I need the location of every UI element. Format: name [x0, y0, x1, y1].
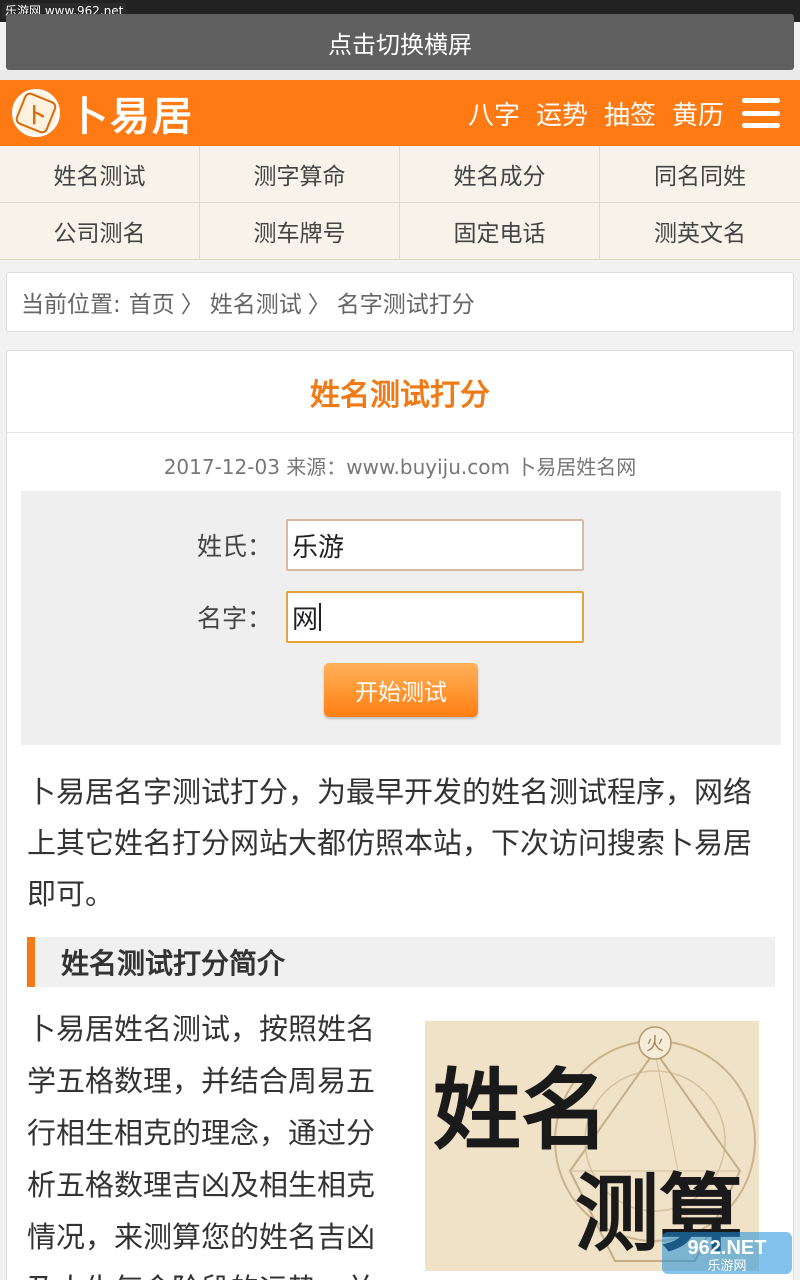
- site-logo[interactable]: 卜 卜易居: [12, 84, 194, 142]
- page-title: 姓名测试打分: [7, 351, 793, 433]
- category-name-test[interactable]: 姓名测试: [0, 146, 200, 203]
- given-name-input[interactable]: 网: [286, 591, 584, 643]
- site-header: 卜 卜易居 八字 运势 抽签 黄历: [0, 80, 800, 146]
- surname-input[interactable]: 乐游: [286, 519, 584, 571]
- given-name-value: 网: [292, 604, 319, 635]
- breadcrumb: 当前位置: 首页 〉 姓名测试 〉 名字测试打分: [6, 272, 794, 332]
- corner-watermark: 962.NET 乐游网: [662, 1232, 792, 1274]
- divider: [0, 70, 800, 80]
- category-license-plate[interactable]: 测车牌号: [200, 203, 400, 260]
- illustration-badge: 火: [646, 1034, 664, 1055]
- section-paragraph: 卜易居姓名测试，按照姓名学五格数理，并结合周易五行相生相克的理念，通过分析五格数…: [27, 1012, 376, 1280]
- category-phone-number[interactable]: 固定电话: [400, 203, 600, 260]
- logo-text: 卜易居: [68, 93, 194, 140]
- category-name-elements[interactable]: 姓名成分: [400, 146, 600, 203]
- logo-badge-char: 卜: [26, 102, 46, 127]
- category-company-name[interactable]: 公司测名: [0, 203, 200, 260]
- category-english-name[interactable]: 测英文名: [600, 203, 800, 260]
- nav-item-yunshi[interactable]: 运势: [536, 95, 588, 132]
- nav-item-chouqian[interactable]: 抽签: [604, 95, 656, 132]
- breadcrumb-name-test[interactable]: 姓名测试: [210, 285, 302, 319]
- name-test-form: 姓氏： 乐游 名字： 网 开始测试: [21, 491, 781, 745]
- category-grid: 姓名测试 测字算命 姓名成分 同名同姓 公司测名 测车牌号 固定电话 测英文名: [0, 146, 800, 260]
- category-same-name[interactable]: 同名同姓: [600, 146, 800, 203]
- corner-watermark-brand: 962.NET: [688, 1237, 767, 1259]
- intro-text: 卜易居名字测试打分，为最早开发的姓名测试程序，网络上其它姓名打分网站大都仿照本站…: [27, 775, 753, 911]
- breadcrumb-home[interactable]: 首页: [129, 285, 175, 319]
- main-nav: 八字 运势 抽签 黄历: [452, 95, 800, 132]
- breadcrumb-prefix: 当前位置:: [21, 292, 121, 318]
- text-caret: [319, 603, 322, 631]
- given-name-label: 名字：: [196, 604, 272, 633]
- surname-row: 姓氏： 乐游: [21, 519, 781, 571]
- article-meta: 2017-12-03 来源：www.buyiju.com 卜易居姓名网: [163, 455, 637, 479]
- corner-watermark-sub: 乐游网: [707, 1259, 746, 1274]
- surname-value: 乐游: [292, 532, 345, 563]
- illustration-text-line1: 姓名: [433, 1058, 609, 1162]
- rotate-screen-button[interactable]: 点击切换横屏: [6, 14, 794, 70]
- logo-badge-icon: 卜: [12, 89, 60, 137]
- given-name-row: 名字： 网: [21, 591, 781, 643]
- section-heading: 姓名测试打分简介: [27, 937, 775, 987]
- nav-item-huangli[interactable]: 黄历: [672, 95, 724, 132]
- surname-label: 姓氏：: [196, 532, 272, 561]
- hamburger-menu-icon[interactable]: [742, 98, 780, 128]
- breadcrumb-separator: 〉: [307, 292, 331, 318]
- category-character-fortune[interactable]: 测字算命: [200, 146, 400, 203]
- start-test-button[interactable]: 开始测试: [324, 663, 478, 717]
- nav-item-bazi[interactable]: 八字: [468, 95, 520, 132]
- article-card: 姓名测试打分 2017-12-03 来源：www.buyiju.com 卜易居姓…: [6, 350, 794, 1280]
- breadcrumb-current: 名字测试打分: [336, 292, 475, 318]
- breadcrumb-separator: 〉: [180, 292, 204, 318]
